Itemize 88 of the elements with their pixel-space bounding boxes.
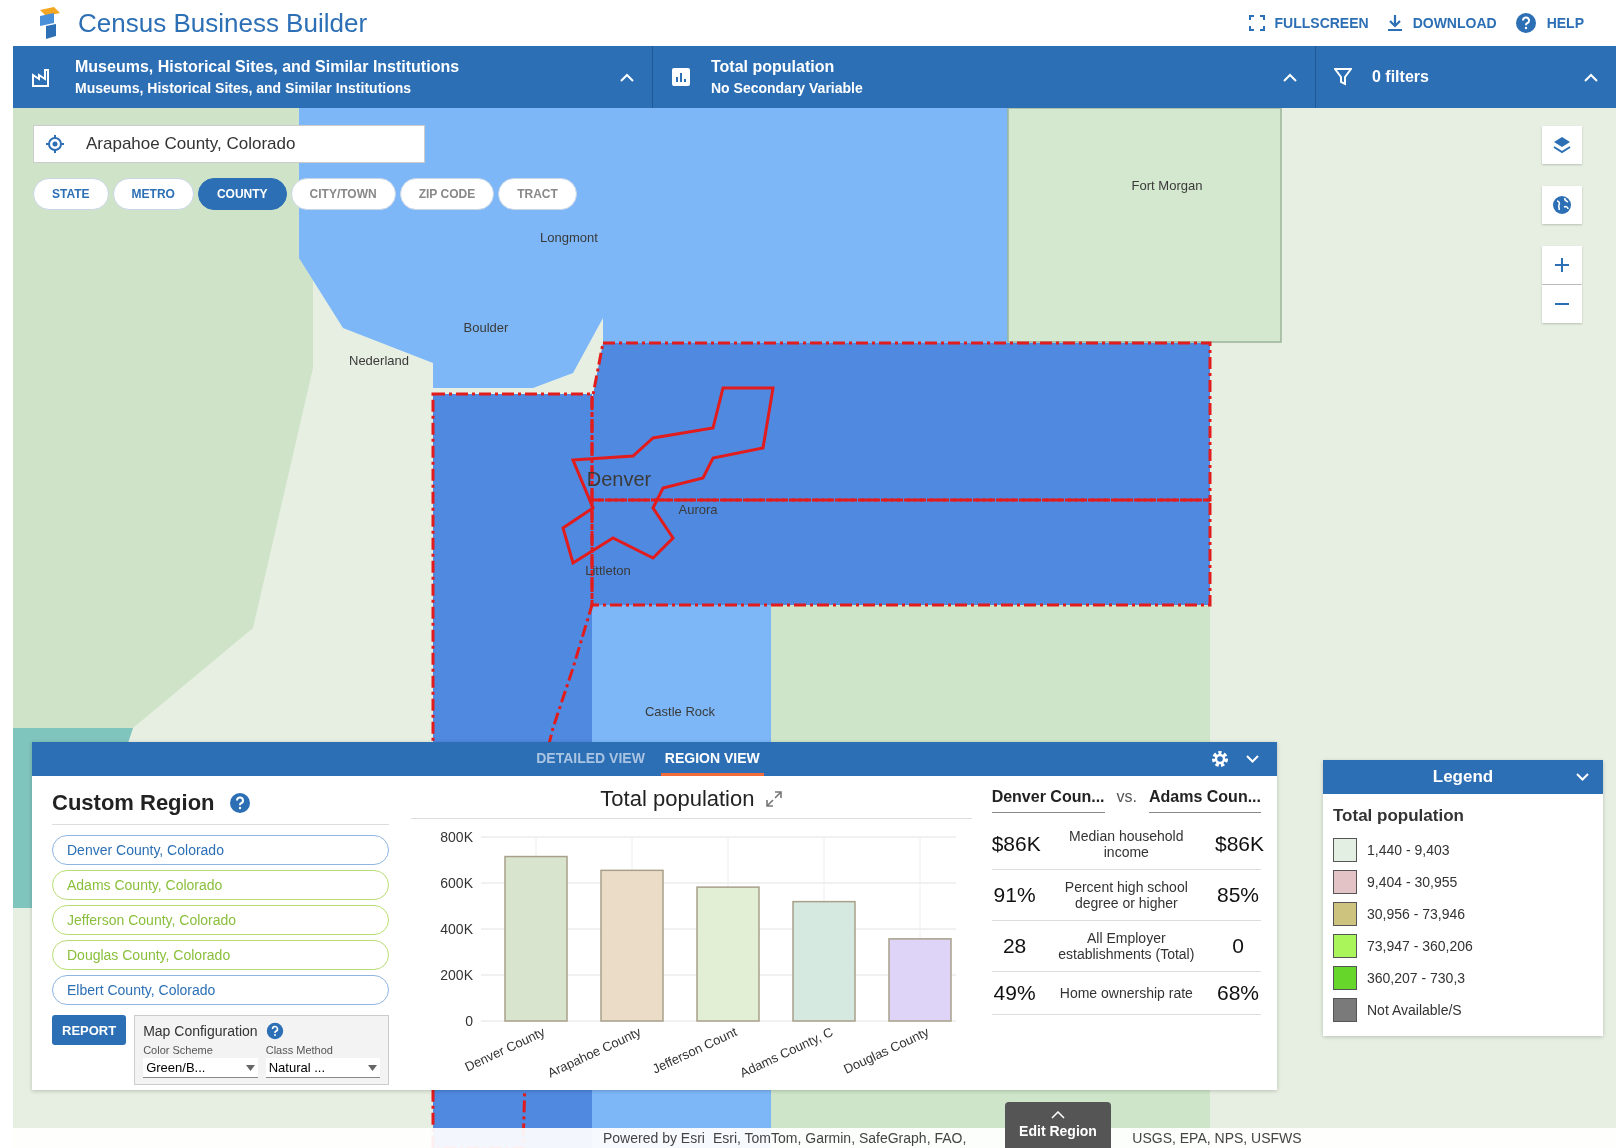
y-axis-tick-label: 0: [465, 1013, 474, 1029]
expand-icon[interactable]: [766, 791, 783, 807]
basemap-button[interactable]: [1542, 186, 1582, 224]
legend-range-label: Not Available/S: [1367, 1002, 1462, 1018]
metric-value: 68%: [1216, 981, 1260, 1005]
select-label: Class Method: [265, 1044, 334, 1056]
metric-value: 49%: [992, 981, 1037, 1005]
help-icon: [1514, 12, 1537, 34]
legend-variable: Total population: [1332, 805, 1465, 827]
map-place-label: Denver: [586, 468, 652, 490]
location-search-field[interactable]: Arapahoe County, Colorado: [33, 125, 425, 163]
download-icon: [1386, 14, 1403, 32]
legend-range-label: 360,207 - 730,3: [1367, 970, 1466, 986]
legend-range-label: 1,440 - 9,403: [1367, 842, 1450, 858]
metric-value: 91%: [992, 883, 1037, 907]
map-place-label: Longmont: [540, 230, 598, 245]
powered-by-text: Powered by Esri: [603, 1130, 705, 1146]
metric-value: 28: [1001, 934, 1028, 958]
compare-region-name: Adams Coun...: [1149, 788, 1261, 813]
y-axis-tick-label: 600K: [440, 875, 474, 891]
legend-range-label: 73,947 - 360,206: [1367, 938, 1473, 954]
legend-range-label: 9,404 - 30,955: [1367, 874, 1458, 890]
chevron-up-icon: [620, 72, 634, 82]
chevron-up-icon: [1584, 72, 1598, 82]
geography-level-tab[interactable]: TRACT: [498, 178, 577, 210]
legend-range-label: 30,956 - 73,946: [1367, 906, 1466, 922]
edit-region-button[interactable]: Edit Region: [1005, 1102, 1111, 1148]
geography-level-tab[interactable]: ZIP CODE: [399, 178, 495, 210]
plus-icon: [1554, 257, 1570, 273]
location-icon: [45, 134, 65, 154]
caret-icon: [245, 1064, 255, 1071]
filters-selector[interactable]: 0 filters: [1316, 46, 1616, 108]
caret-icon: [368, 1064, 378, 1071]
app-title: Census Business Builder: [78, 7, 368, 39]
view-tab[interactable]: REGION VIEW: [660, 742, 764, 776]
geography-level-tab[interactable]: STATE: [33, 178, 109, 210]
help-button[interactable]: HELP: [1514, 12, 1584, 34]
metric-value: $86K: [991, 832, 1038, 856]
chevron-up-icon: [1283, 72, 1297, 82]
region-chip[interactable]: Elbert County, Colorado: [52, 975, 390, 1005]
layers-button[interactable]: [1542, 126, 1582, 164]
view-tab[interactable]: DETAILED VIEW: [532, 742, 649, 776]
layers-icon: [1552, 135, 1572, 155]
metric-label: All Employer establishments (Total): [1057, 930, 1196, 962]
custom-region-title: Custom Region: [52, 790, 215, 816]
chevron-up-icon: [1051, 1111, 1065, 1119]
filter-icon: [1334, 68, 1352, 86]
attribution-text: USGS, EPA, NPS, USFWS: [1132, 1130, 1302, 1146]
map-place-label: Nederland: [349, 353, 409, 368]
map-place-label: Boulder: [463, 320, 509, 335]
download-button[interactable]: DOWNLOAD: [1386, 12, 1497, 34]
region-chip[interactable]: Denver County, Colorado: [52, 835, 390, 865]
metric-value: 0: [1231, 934, 1245, 958]
select-label: Color Scheme: [143, 1044, 214, 1056]
report-button[interactable]: REPORT: [52, 1015, 127, 1045]
chevron-down-icon[interactable]: [1246, 755, 1259, 763]
map-place-label: Littleton: [585, 563, 631, 578]
help-icon[interactable]: [228, 792, 251, 814]
geography-level-tab[interactable]: METRO: [112, 178, 194, 210]
geography-level-tab[interactable]: COUNTY: [197, 178, 287, 210]
metric-value: 85%: [1216, 883, 1260, 907]
map-place-label: Fort Morgan: [1131, 178, 1203, 193]
bar-chart-icon: [671, 67, 691, 87]
metric-label: Median household income: [1068, 828, 1185, 860]
geography-level-tab[interactable]: CITY/TOWN: [290, 178, 396, 210]
y-axis-tick-label: 200K: [440, 967, 474, 983]
fullscreen-button[interactable]: FULLSCREEN: [1248, 12, 1369, 34]
zoom-in-button[interactable]: [1542, 246, 1582, 284]
metric-label: Percent high school degree or higher: [1063, 879, 1189, 911]
versus-label: vs.: [1116, 788, 1137, 806]
fullscreen-icon: [1248, 15, 1265, 31]
compare-region-name: Denver Coun...: [991, 788, 1105, 813]
help-icon[interactable]: [265, 1022, 284, 1040]
map-configuration-title: Map Configuration: [143, 1023, 258, 1039]
metric-label: Home ownership rate: [1058, 985, 1194, 1001]
map-place-label: Castle Rock: [644, 704, 716, 719]
chart-title: Total population: [600, 786, 755, 812]
attribution-text: Esri, TomTom, Garmin, SafeGraph, FAO,: [712, 1130, 967, 1146]
y-axis-tick-label: 400K: [440, 921, 474, 937]
dropdown-select[interactable]: Natural ...: [265, 1058, 381, 1078]
globe-icon: [1552, 195, 1572, 215]
settings-icon[interactable]: [1210, 749, 1230, 769]
map-place-label: Aurora: [678, 502, 718, 517]
chevron-down-icon[interactable]: [1576, 773, 1589, 781]
minus-icon: [1554, 302, 1570, 306]
dropdown-select[interactable]: Green/B...: [143, 1058, 258, 1078]
y-axis-tick-label: 800K: [440, 829, 474, 845]
legend-title: Legend: [1432, 767, 1494, 787]
